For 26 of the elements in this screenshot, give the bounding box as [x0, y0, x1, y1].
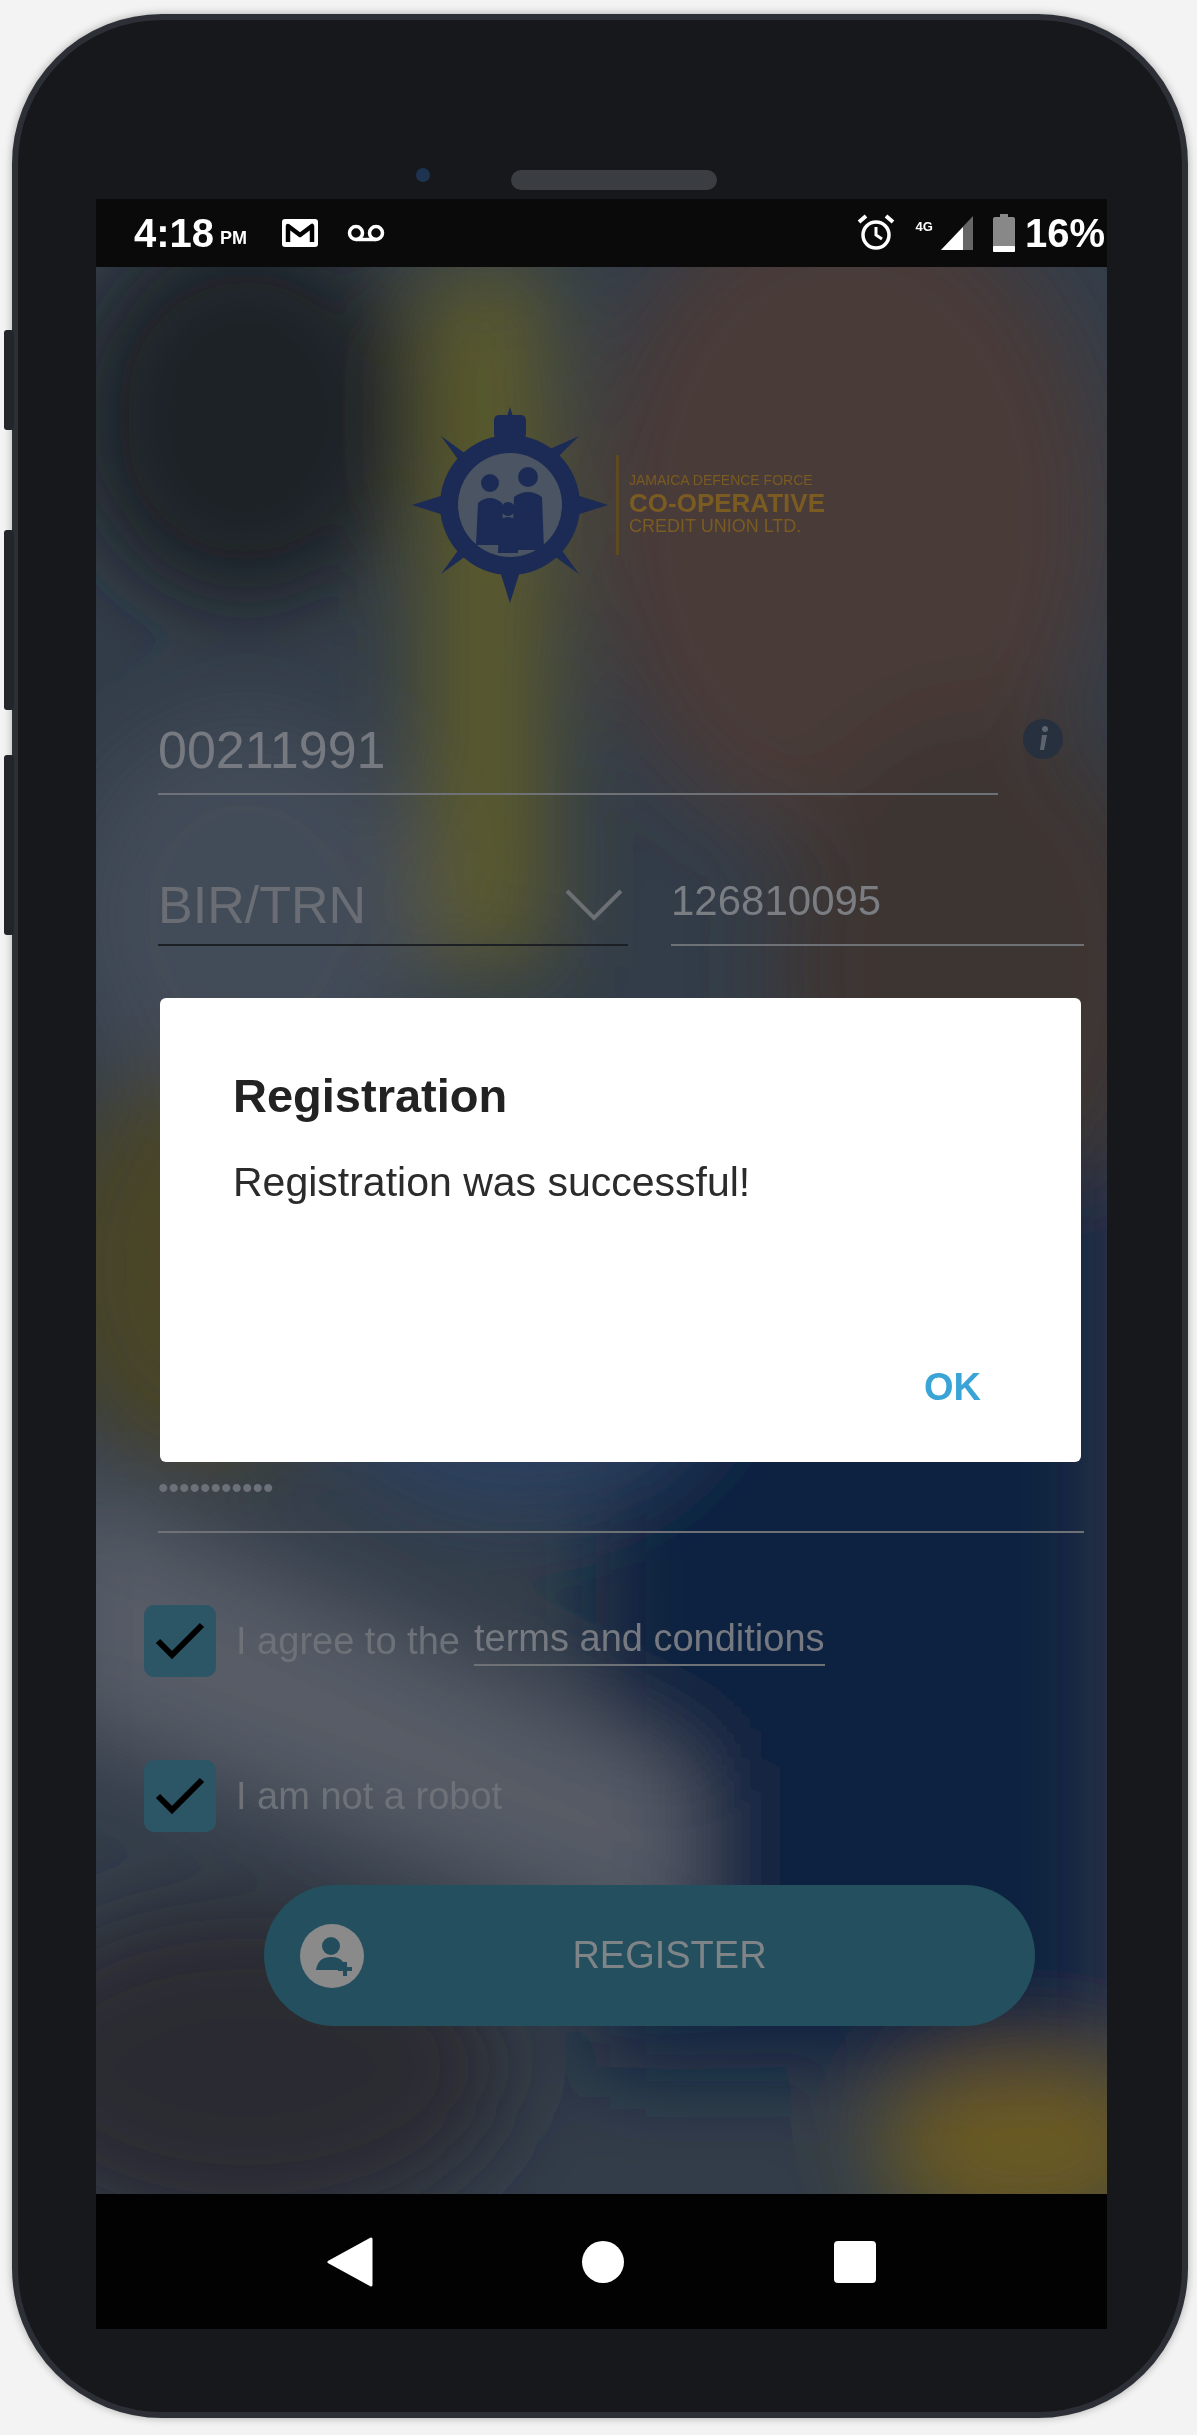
- add-person-icon: [300, 1923, 364, 1988]
- terms-link[interactable]: terms and conditions: [473, 1616, 825, 1666]
- checkbox[interactable]: [144, 1605, 216, 1677]
- mail-icon: [281, 218, 320, 248]
- alarm-icon: [855, 213, 896, 253]
- home-icon[interactable]: [580, 2239, 625, 2284]
- register-button[interactable]: REGISTER: [264, 1885, 1035, 2026]
- dialog-title: Registration: [233, 1068, 509, 1123]
- chevron-icon: [564, 888, 624, 922]
- signal-icon: [938, 214, 975, 252]
- back-icon[interactable]: [326, 2236, 373, 2287]
- member-number-field[interactable]: 00211991: [158, 715, 998, 795]
- status-time: 4:18: [134, 210, 215, 256]
- checkbox[interactable]: [144, 1760, 216, 1832]
- recents-icon[interactable]: [832, 2239, 877, 2284]
- check-icon: [154, 1776, 206, 1816]
- network-type: 4G: [915, 218, 933, 234]
- camera-lens: [416, 168, 430, 182]
- battery-icon: [992, 214, 1015, 252]
- check-icon: [154, 1621, 206, 1661]
- ok-button[interactable]: OK: [904, 1356, 1001, 1419]
- status-time-suffix: PM: [220, 227, 248, 249]
- voicemail-icon: [347, 223, 386, 243]
- battery-level: 16%: [1024, 210, 1105, 256]
- id-number-field[interactable]: 126810095: [671, 866, 1084, 946]
- dialog-message: Registration was successful!: [233, 1159, 752, 1206]
